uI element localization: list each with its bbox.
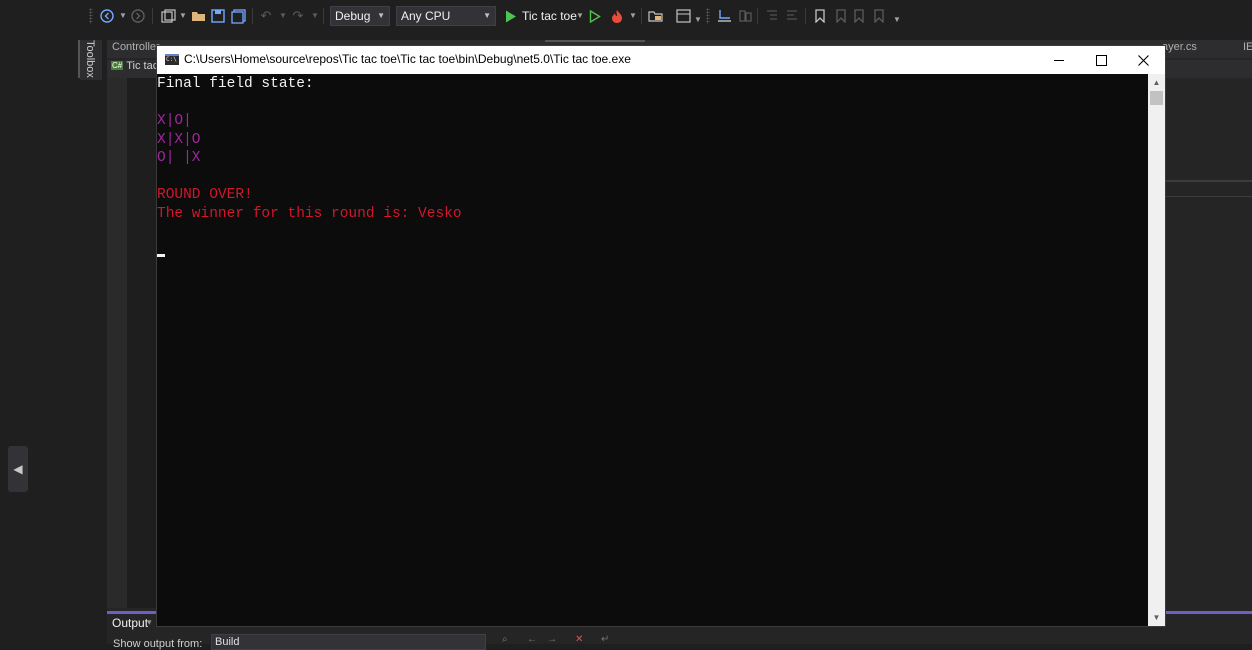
clear-bookmarks-icon	[872, 6, 888, 26]
step-over-icon	[737, 6, 753, 26]
scroll-up-icon[interactable]: ▲	[1148, 74, 1165, 91]
console-line: The winner for this round is: Vesko	[157, 205, 462, 222]
close-icon	[1137, 54, 1149, 66]
clear-all-icon[interactable]: ✕	[575, 634, 583, 645]
scroll-down-icon[interactable]: ▼	[1148, 609, 1165, 626]
folder-icon[interactable]	[647, 6, 663, 26]
file-tab-label: Tic tac	[126, 60, 157, 72]
start-debugging-button[interactable]: Tic tac toe	[522, 6, 577, 26]
toolbox-tab[interactable]: Toolbox	[80, 40, 102, 80]
output-panel-title: Output	[112, 616, 149, 630]
console-output[interactable]: Final field state: X|O| X|X|O O| |X ROUND …	[157, 74, 1148, 626]
open-folder-icon[interactable]	[190, 6, 206, 26]
next-bookmark-icon	[852, 6, 868, 26]
play-outline-icon[interactable]	[588, 6, 602, 26]
editor-gutter	[107, 78, 127, 608]
console-title-bar[interactable]: C:\ C:\Users\Home\source\repos\Tic tac t…	[157, 46, 1165, 74]
toolbox-label: Toolbox	[84, 40, 96, 78]
solution-explorer-panel	[1165, 60, 1252, 612]
chevron-down-icon: ▼	[483, 11, 491, 20]
console-scrollbar[interactable]: ▲ ▼	[1148, 74, 1165, 626]
panel-header	[1165, 60, 1252, 78]
tab-player-cs[interactable]: ayer.cs	[1162, 41, 1197, 53]
show-output-from-label: Show output from:	[113, 638, 203, 650]
toolbar-separator	[252, 8, 253, 24]
layout-icon[interactable]	[675, 6, 691, 26]
flame-icon[interactable]	[609, 6, 625, 26]
save-all-icon[interactable]	[230, 6, 246, 26]
panel-divider	[1165, 196, 1252, 197]
chevron-down-icon[interactable]: ▼	[119, 11, 127, 20]
console-cursor-line	[157, 242, 462, 261]
minimize-icon	[1054, 59, 1064, 61]
navigate-forward-icon	[131, 6, 145, 26]
output-source-combo[interactable]: Build	[211, 634, 486, 650]
solution-configuration-value: Debug	[335, 9, 371, 23]
previous-bookmark-icon	[832, 6, 848, 26]
maximize-icon	[1095, 54, 1107, 66]
solution-configuration-combo[interactable]: Debug ▼	[330, 6, 390, 26]
redo-icon: ↷	[292, 8, 304, 23]
chevron-down-icon: ▼	[377, 11, 385, 20]
find-icon[interactable]: ⌕	[502, 634, 508, 645]
step-into-icon[interactable]	[716, 6, 732, 26]
csharp-file-icon: C#	[111, 61, 124, 70]
pin-icon[interactable]: ▾	[147, 617, 152, 628]
tab-ie[interactable]: IE	[1243, 41, 1252, 53]
chevron-down-icon[interactable]: ▼	[694, 15, 702, 24]
console-window[interactable]: C:\ C:\Users\Home\source\repos\Tic tac t…	[157, 46, 1165, 626]
text-cursor	[157, 253, 165, 257]
console-line: X|X|O	[157, 131, 201, 148]
play-icon[interactable]	[504, 6, 518, 26]
save-icon[interactable]	[210, 6, 226, 26]
chevron-down-icon[interactable]: ▼	[576, 11, 584, 20]
toolbar-separator	[152, 8, 153, 24]
next-message-icon[interactable]: →	[547, 634, 557, 645]
console-window-title: C:\Users\Home\source\repos\Tic tac toe\T…	[184, 52, 631, 66]
console-app-icon: C:\	[165, 54, 179, 65]
main-toolbar: ▼ ▼ ↶ ▼ ↷ ▼ Debug ▼ Any CPU ▼ Tic tac to…	[0, 0, 1252, 34]
maximize-button[interactable]	[1079, 46, 1123, 74]
chevron-down-icon[interactable]: ▼	[629, 11, 637, 20]
toolbar-grip[interactable]	[706, 8, 710, 24]
chevron-down-icon[interactable]: ▼	[179, 11, 187, 20]
toolbar-overflow-icon[interactable]: ▼	[893, 15, 901, 24]
navigate-back-icon[interactable]	[100, 6, 114, 26]
solution-platform-value: Any CPU	[401, 9, 451, 23]
console-text: Final field state: X|O| X|X|O O| |X ROUND …	[157, 75, 462, 260]
minimize-button[interactable]	[1037, 46, 1081, 74]
console-line: ROUND OVER!	[157, 187, 253, 203]
tab-controller[interactable]: Controller	[112, 41, 160, 53]
console-line: O| |X	[157, 150, 201, 166]
console-line: X|O|	[157, 113, 192, 129]
chevron-down-icon: ▼	[279, 11, 287, 20]
toolbar-separator	[641, 8, 642, 24]
collapse-arrow-icon[interactable]: ◀	[8, 446, 28, 492]
active-tab-indicator	[545, 40, 645, 42]
toolbar-separator	[757, 8, 758, 24]
output-source-value: Build	[215, 636, 240, 648]
solution-platform-combo[interactable]: Any CPU ▼	[396, 6, 496, 26]
indent-icon	[784, 6, 800, 26]
undo-icon: ↶	[260, 8, 272, 23]
close-button[interactable]	[1121, 46, 1165, 74]
console-line: Final field state:	[157, 76, 314, 92]
bookmark-icon[interactable]	[812, 6, 828, 26]
chevron-down-icon: ▼	[311, 11, 319, 20]
new-project-icon[interactable]	[160, 6, 176, 26]
panel-divider	[1165, 180, 1252, 182]
previous-message-icon[interactable]: ←	[527, 634, 537, 645]
outdent-icon	[764, 6, 780, 26]
word-wrap-icon[interactable]: ↵	[601, 634, 609, 645]
code-editor[interactable]	[127, 78, 157, 608]
tab-tic-tac-file[interactable]: C# Tic tac	[107, 60, 157, 78]
toolbar-grip[interactable]	[89, 8, 93, 24]
toolbar-separator	[323, 8, 324, 24]
toolbar-separator	[805, 8, 806, 24]
scrollbar-thumb[interactable]	[1150, 91, 1163, 105]
